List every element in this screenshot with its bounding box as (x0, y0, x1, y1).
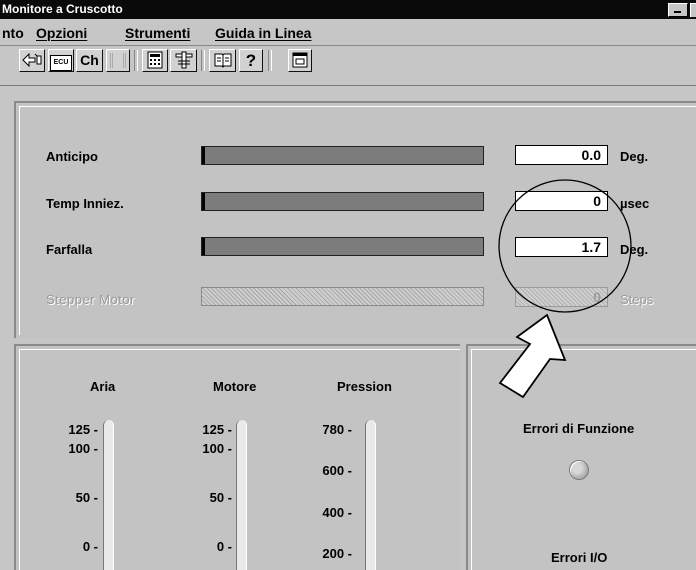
farfalla-bar (201, 237, 484, 256)
function-errors-led-icon (569, 460, 589, 480)
stepper-motor-value-field: 0 (515, 287, 608, 307)
stepper-motor-unit: Steps (620, 292, 654, 307)
toolbar-separator (201, 50, 205, 71)
panel-bevel (471, 349, 696, 570)
menu-bar: nto Opzioni Strumenti Guida in Linea (0, 19, 696, 46)
tool-icon (175, 51, 192, 69)
calculator-button[interactable] (142, 49, 168, 72)
tool-button[interactable] (170, 49, 197, 72)
gauge-title-motore: Motore (213, 379, 257, 394)
window-title: Monitore a Cruscotto (2, 2, 123, 16)
maximize-button[interactable] (690, 3, 696, 17)
farfalla-value-field: 1.7 (515, 237, 608, 257)
row-label-stepper-motor: Stepper Motor (46, 292, 135, 307)
farfalla-unit: Deg. (620, 242, 649, 257)
help-button[interactable]: ? (239, 49, 263, 72)
menu-item-file[interactable]: nto (2, 25, 24, 41)
connect-button[interactable] (19, 49, 45, 72)
bar-pointer (202, 238, 205, 255)
ecu-icon: ECU (50, 55, 72, 71)
gauge-tick: 0 - (216, 539, 232, 554)
menu-item-opzioni[interactable]: Opzioni (36, 25, 87, 41)
title-bar[interactable]: Monitore a Cruscotto (0, 0, 696, 19)
help-icon: ? (245, 51, 257, 70)
channel-icon: Ch (80, 52, 99, 68)
toolbar: ECU Ch ? (0, 46, 696, 86)
bar-pointer (202, 193, 205, 210)
anticipo-unit: Deg. (620, 149, 649, 164)
gauge-tick: 100 - (202, 441, 232, 456)
minimize-button[interactable] (668, 3, 688, 17)
window-icon (292, 52, 308, 68)
gauge-tick: 0 - (82, 539, 98, 554)
menu-item-guida[interactable]: Guida in Linea (215, 25, 311, 41)
row-label-temp-inniez: Temp Inniez. (46, 196, 124, 211)
pression-gauge (365, 420, 376, 570)
row-label-farfalla: Farfalla (46, 242, 93, 257)
temp-inniez-unit: µsec (620, 196, 650, 211)
io-errors-label: Errori I/O (551, 550, 608, 565)
gauge-tick: 50 - (75, 490, 98, 505)
function-errors-label: Errori di Funzione (523, 421, 635, 436)
errors-panel (466, 344, 696, 570)
calculator-icon (147, 51, 163, 69)
temp-inniez-value-field: 0 (515, 191, 608, 211)
bar-pointer (202, 147, 205, 164)
stepper-motor-bar (201, 287, 484, 306)
gauge-tick: 200 - (322, 546, 352, 561)
gauge-title-pression: Pression (337, 379, 392, 394)
anticipo-bar (201, 146, 484, 165)
menu-item-strumenti[interactable]: Strumenti (125, 25, 190, 41)
gauge-tick: 50 - (209, 490, 232, 505)
gauge-tick: 780 - (322, 422, 352, 437)
toolbar-separator (134, 50, 138, 71)
gauge-tick: 600 - (322, 463, 352, 478)
disabled-button[interactable] (106, 49, 130, 72)
dashboard-window: Monitore a Cruscotto nto Opzioni Strumen… (0, 0, 696, 570)
book-icon (214, 53, 231, 68)
window-button[interactable] (288, 49, 312, 72)
channel-button[interactable]: Ch (76, 49, 103, 72)
toolbar-spacer (0, 86, 696, 100)
motore-gauge (236, 420, 247, 570)
temp-inniez-bar (201, 192, 484, 211)
disabled-icon (110, 53, 126, 68)
aria-gauge (103, 420, 114, 570)
ecu-button[interactable]: ECU (48, 49, 74, 72)
toolbar-separator (268, 50, 272, 71)
book-button[interactable] (209, 49, 236, 72)
anticipo-value-field: 0.0 (515, 145, 608, 165)
connect-icon (22, 52, 42, 68)
gauge-tick: 100 - (68, 441, 98, 456)
gauge-tick: 125 - (68, 422, 98, 437)
gauge-tick: 125 - (202, 422, 232, 437)
gauge-tick: 400 - (322, 505, 352, 520)
gauge-title-aria: Aria (90, 379, 116, 394)
row-label-anticipo: Anticipo (46, 149, 98, 164)
